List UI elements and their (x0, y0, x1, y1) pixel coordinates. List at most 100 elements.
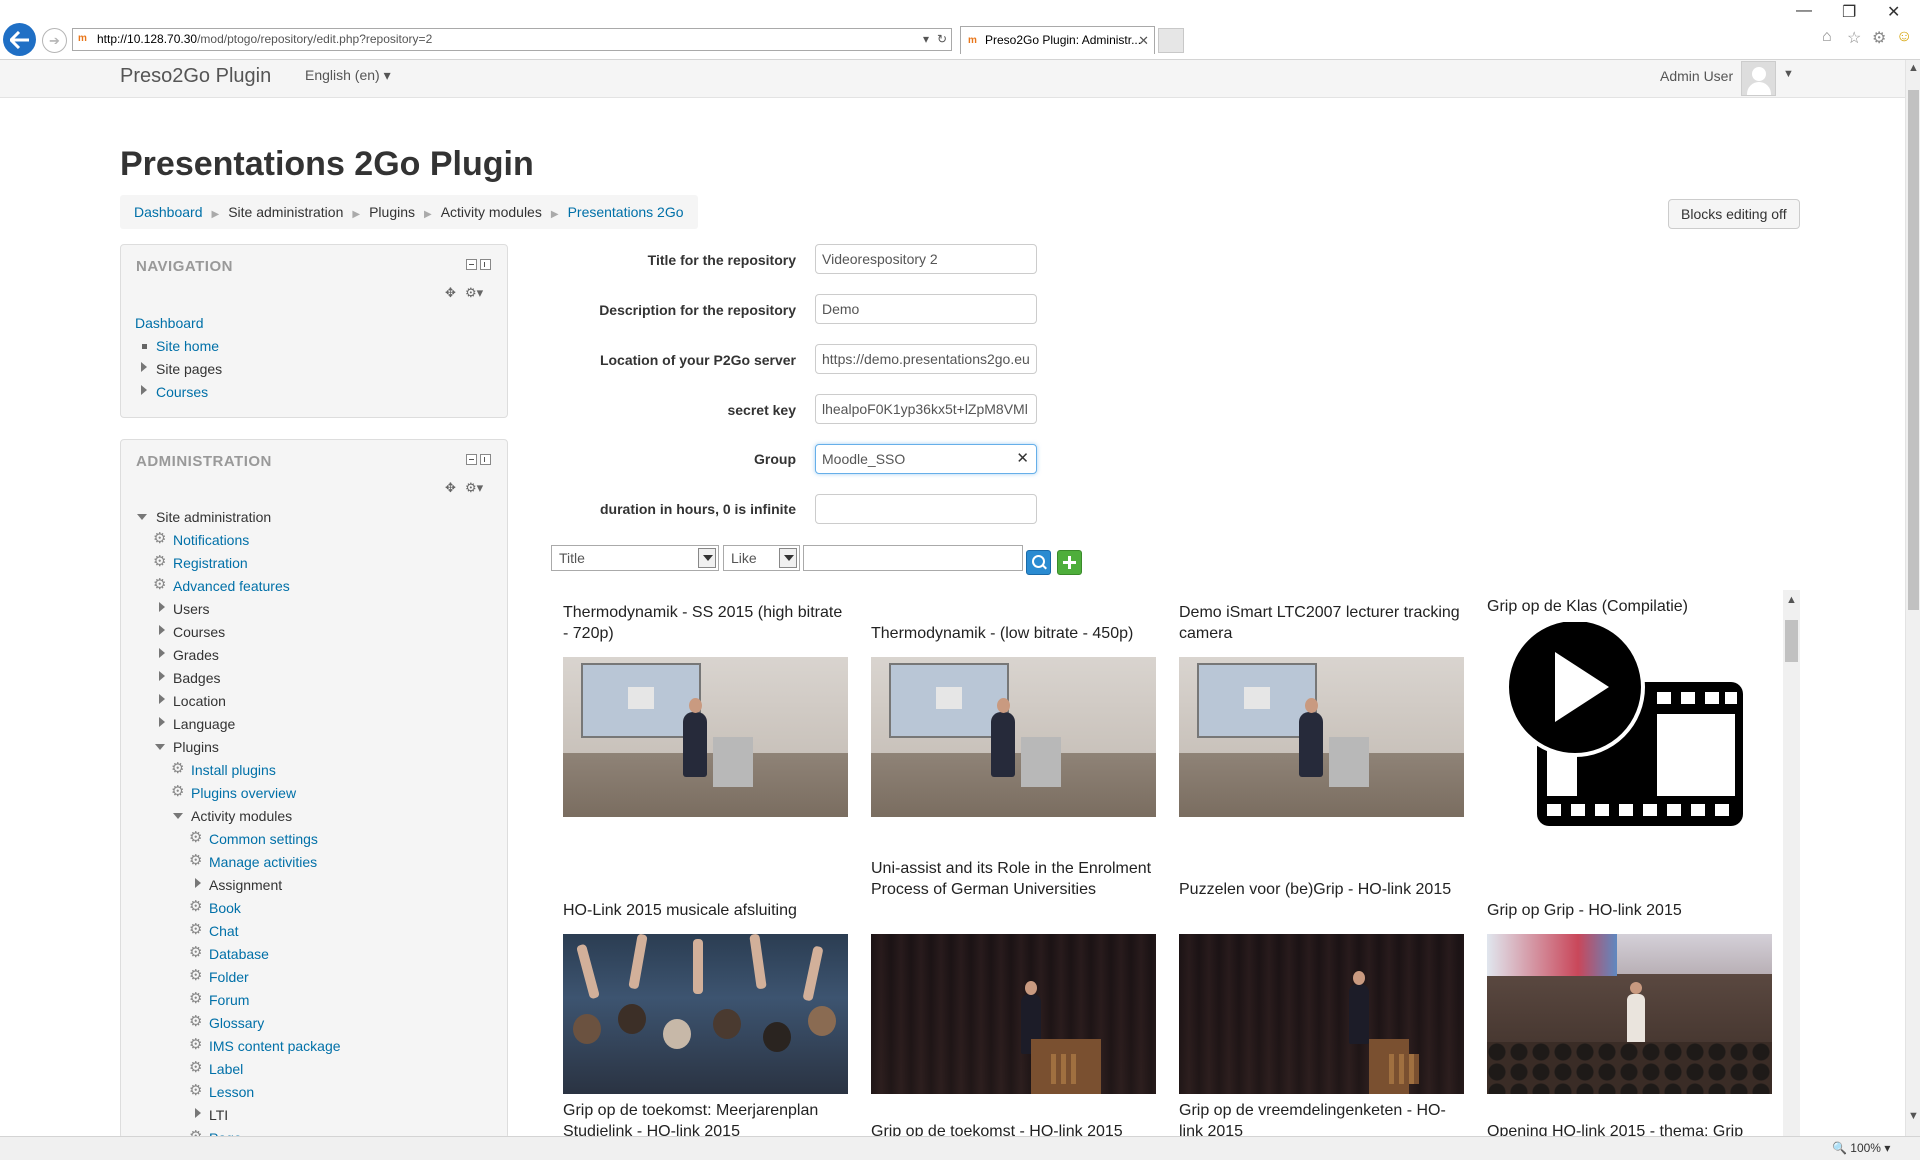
admin-assignment[interactable]: Assignment (209, 877, 282, 893)
admin-advanced-features[interactable]: Advanced features (173, 578, 290, 594)
search-icon[interactable] (1026, 550, 1051, 575)
expand-caret-icon[interactable] (195, 878, 201, 888)
expand-caret-icon[interactable] (159, 694, 165, 704)
admin-lesson[interactable]: Lesson (209, 1084, 254, 1100)
title-input[interactable]: Videorespository 2 (815, 244, 1037, 274)
search-field-select[interactable]: Title (551, 545, 719, 571)
clear-icon[interactable]: ✕ (1016, 445, 1029, 473)
new-tab-button[interactable] (1158, 28, 1184, 53)
admin-plugins[interactable]: Plugins (173, 739, 219, 755)
collapse-caret-icon[interactable] (155, 744, 165, 750)
admin-users[interactable]: Users (173, 601, 210, 617)
admin-install-plugins[interactable]: Install plugins (191, 762, 276, 778)
dock-block-icon[interactable] (480, 259, 491, 270)
description-input[interactable]: Demo (815, 294, 1037, 324)
play-film-icon[interactable] (1487, 622, 1772, 827)
scroll-down-icon[interactable]: ▼ (1908, 1110, 1919, 1122)
duration-input[interactable] (815, 494, 1037, 524)
admin-database[interactable]: Database (209, 946, 269, 962)
admin-activity-modules[interactable]: Activity modules (191, 808, 292, 824)
block-actions-gear-icon[interactable]: ⚙▾ (465, 285, 483, 301)
breadcrumb-activity-modules[interactable]: Activity modules (441, 204, 542, 220)
video-title[interactable]: Thermodynamik - SS 2015 (high bitrate - … (563, 602, 848, 644)
video-thumbnail[interactable] (871, 934, 1156, 1094)
zoom-level[interactable]: 🔍 100% ▾ (1832, 1141, 1890, 1155)
search-input[interactable] (803, 545, 1023, 571)
expand-caret-icon[interactable] (159, 648, 165, 658)
admin-folder[interactable]: Folder (209, 969, 249, 985)
video-title[interactable]: Grip op de toekomst - HO-link 2015 (871, 1121, 1156, 1136)
nav-site-home[interactable]: Site home (156, 338, 219, 354)
video-title[interactable]: Grip op de Klas (Compilatie) (1487, 596, 1772, 617)
blocks-editing-button[interactable]: Blocks editing off (1668, 199, 1800, 229)
breadcrumb-presentations-2go[interactable]: Presentations 2Go (568, 204, 684, 220)
expand-caret-icon[interactable] (159, 717, 165, 727)
admin-plugins-overview[interactable]: Plugins overview (191, 785, 296, 801)
add-plus-icon[interactable] (1057, 550, 1082, 575)
video-title[interactable]: Grip op de vreemdelingenketen - HO-link … (1179, 1100, 1464, 1136)
admin-site-administration[interactable]: Site administration (156, 509, 271, 525)
video-thumbnail[interactable] (1179, 657, 1464, 817)
close-window-icon[interactable]: ✕ (1887, 2, 1900, 22)
collapse-block-icon[interactable] (466, 259, 477, 270)
dropdown-arrow-icon[interactable] (779, 548, 797, 568)
group-input[interactable]: Moodle_SSO ✕ (815, 444, 1037, 474)
video-thumbnail[interactable] (563, 657, 848, 817)
admin-lti[interactable]: LTI (209, 1107, 228, 1123)
expand-caret-icon[interactable] (141, 385, 147, 395)
nav-courses[interactable]: Courses (156, 384, 208, 400)
video-thumbnail[interactable] (871, 657, 1156, 817)
admin-registration[interactable]: Registration (173, 555, 248, 571)
admin-common-settings[interactable]: Common settings (209, 831, 318, 847)
collapse-caret-icon[interactable] (173, 813, 183, 819)
expand-caret-icon[interactable] (159, 671, 165, 681)
admin-book[interactable]: Book (209, 900, 241, 916)
address-dropdown-icon[interactable]: ▾ (923, 29, 929, 50)
admin-grades[interactable]: Grades (173, 647, 219, 663)
expand-caret-icon[interactable] (141, 362, 147, 372)
admin-glossary[interactable]: Glossary (209, 1015, 264, 1031)
avatar[interactable] (1741, 61, 1776, 96)
video-title[interactable]: Grip op Grip - HO-link 2015 (1487, 900, 1772, 921)
tab-close-icon[interactable]: ✕ (1138, 27, 1149, 54)
video-title[interactable]: Demo iSmart LTC2007 lecturer tracking ca… (1179, 602, 1464, 644)
video-title[interactable]: Puzzelen voor (be)Grip - HO-link 2015 (1179, 879, 1464, 900)
video-thumbnail[interactable] (563, 934, 848, 1094)
admin-label[interactable]: Label (209, 1061, 243, 1077)
nav-site-pages[interactable]: Site pages (156, 361, 222, 377)
server-location-input[interactable]: https://demo.presentations2go.eu (815, 344, 1037, 374)
dropdown-arrow-icon[interactable] (698, 548, 716, 568)
admin-badges[interactable]: Badges (173, 670, 220, 686)
admin-location[interactable]: Location (173, 693, 226, 709)
grid-scroll-thumb[interactable] (1785, 620, 1798, 662)
nav-dashboard[interactable]: Dashboard (135, 315, 204, 331)
secret-key-input[interactable]: lhealpoF0K1yp36kx5t+lZpM8VMl (815, 394, 1037, 424)
scroll-up-icon[interactable]: ▲ (1908, 62, 1919, 74)
page-scrollbar[interactable]: ▲ ▼ (1905, 60, 1920, 1140)
video-title[interactable]: Opening HO-link 2015 - thema: Grip (1487, 1121, 1772, 1136)
breadcrumb-dashboard[interactable]: Dashboard (134, 204, 203, 220)
admin-notifications[interactable]: Notifications (173, 532, 249, 548)
collapse-block-icon[interactable] (466, 454, 477, 465)
admin-forum[interactable]: Forum (209, 992, 249, 1008)
search-operator-select[interactable]: Like (723, 545, 800, 571)
user-name[interactable]: Admin User (1660, 68, 1733, 84)
breadcrumb-plugins[interactable]: Plugins (369, 204, 415, 220)
forward-arrow-icon[interactable]: ➔ (42, 28, 67, 53)
expand-caret-icon[interactable] (195, 1108, 201, 1118)
back-arrow-icon[interactable] (3, 23, 36, 56)
video-title[interactable]: Thermodynamik - (low bitrate - 450p) (871, 623, 1156, 644)
admin-courses[interactable]: Courses (173, 624, 225, 640)
page-scroll-thumb[interactable] (1908, 90, 1919, 610)
collapse-caret-icon[interactable] (137, 514, 147, 520)
admin-chat[interactable]: Chat (209, 923, 239, 939)
expand-caret-icon[interactable] (159, 602, 165, 612)
video-thumbnail[interactable] (1179, 934, 1464, 1094)
favorites-star-icon[interactable]: ☆ (1847, 28, 1861, 48)
settings-gear-icon[interactable]: ⚙ (1872, 28, 1886, 48)
admin-manage-activities[interactable]: Manage activities (209, 854, 317, 870)
video-title[interactable]: Grip op de toekomst: Meerjarenplan Studi… (563, 1100, 848, 1136)
block-actions-gear-icon[interactable]: ⚙▾ (465, 480, 483, 496)
video-title[interactable]: HO-Link 2015 musicale afsluiting (563, 900, 848, 921)
breadcrumb-site-admin[interactable]: Site administration (228, 204, 343, 220)
